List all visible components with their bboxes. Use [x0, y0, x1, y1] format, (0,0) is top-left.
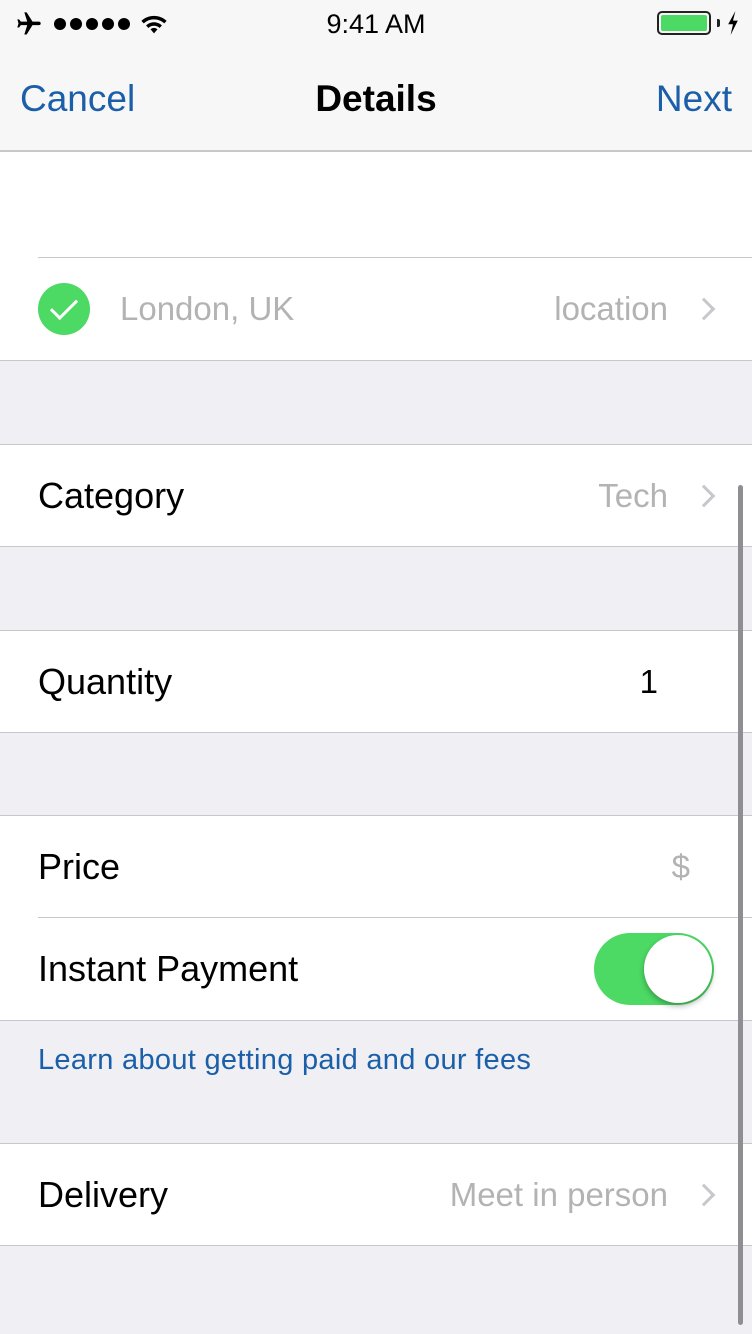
instant-payment-label: Instant Payment: [38, 947, 299, 989]
location-section: London, UK location: [0, 152, 752, 361]
category-value: Tech: [598, 476, 668, 514]
price-row[interactable]: Price $: [0, 816, 752, 917]
category-label: Category: [38, 474, 185, 516]
chevron-right-icon: [692, 1183, 716, 1206]
instant-payment-row: Instant Payment: [0, 917, 752, 1020]
chevron-right-icon: [692, 297, 716, 320]
status-time: 9:41 AM: [326, 9, 426, 39]
battery-icon: [657, 11, 711, 35]
quantity-section: Quantity 1: [0, 630, 752, 733]
quantity-label: Quantity: [38, 660, 173, 702]
checkmark-icon: [38, 282, 90, 335]
delivery-section: Delivery Meet in person: [0, 1143, 752, 1246]
price-label: Price: [38, 845, 121, 887]
delivery-row[interactable]: Delivery Meet in person: [0, 1144, 752, 1245]
delivery-value: Meet in person: [449, 1175, 668, 1213]
instant-payment-toggle[interactable]: [594, 932, 714, 1005]
location-row[interactable]: London, UK location: [0, 257, 752, 360]
blank-input-row[interactable]: [0, 152, 752, 257]
location-action: location: [554, 289, 668, 327]
scrollbar[interactable]: [738, 485, 743, 1325]
next-button[interactable]: Next: [656, 78, 732, 120]
price-section: Price $ Instant Payment: [0, 815, 752, 1021]
status-bar: 9:41 AM: [0, 0, 752, 48]
page-title: Details: [315, 78, 437, 119]
quantity-value[interactable]: 1: [640, 663, 658, 701]
status-right: [657, 11, 740, 35]
charging-bolt-icon: [728, 11, 738, 35]
price-input[interactable]: $: [672, 848, 690, 886]
delivery-label: Delivery: [38, 1173, 169, 1215]
category-section: Category Tech: [0, 444, 752, 547]
quantity-row[interactable]: Quantity 1: [0, 631, 752, 732]
location-text: London, UK: [120, 289, 295, 327]
navigation-bar: Cancel Details Next: [0, 48, 752, 152]
category-row[interactable]: Category Tech: [0, 445, 752, 546]
fees-link[interactable]: Learn about getting paid and our fees: [38, 1044, 531, 1077]
chevron-right-icon: [692, 484, 716, 507]
